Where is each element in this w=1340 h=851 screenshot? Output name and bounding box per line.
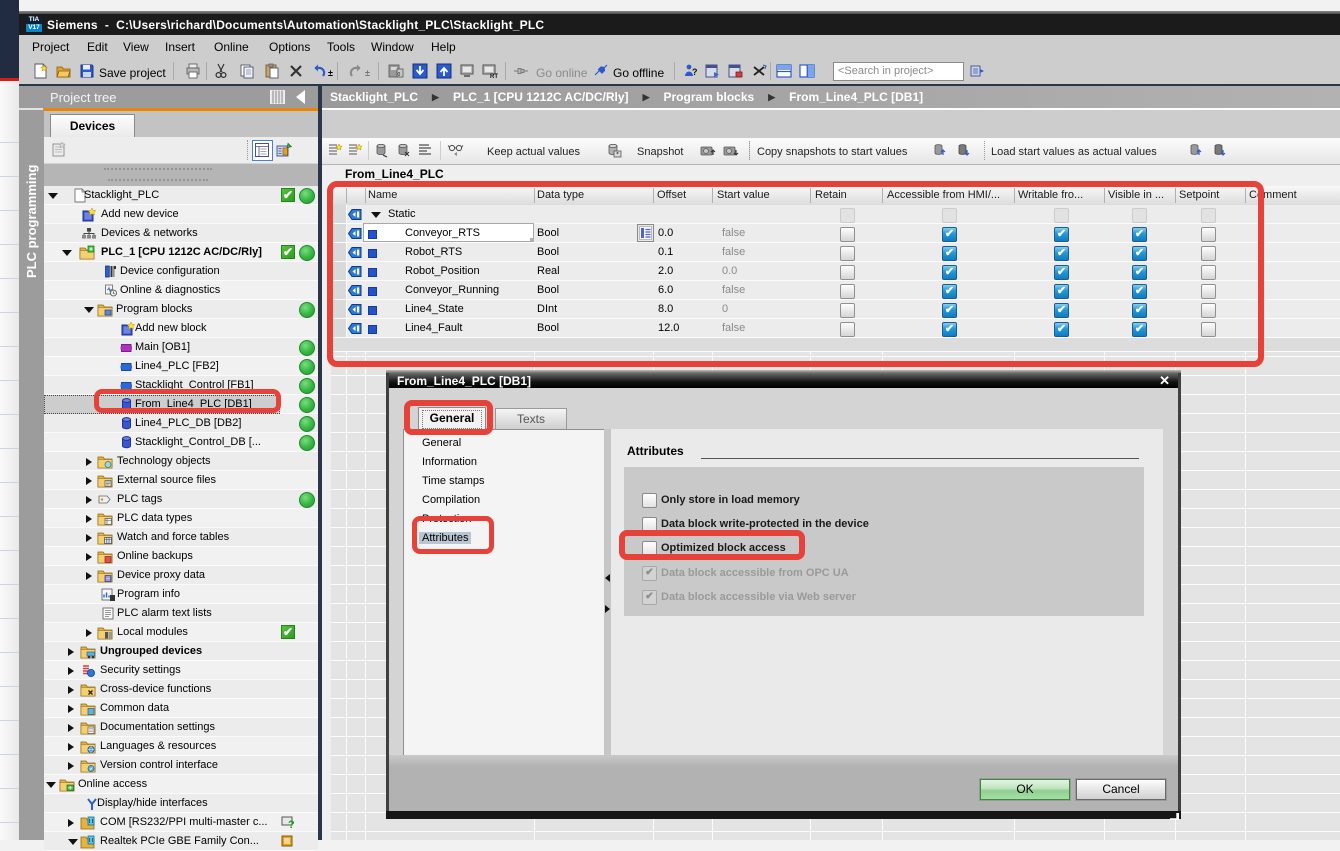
svg-text:?: ?: [692, 67, 698, 77]
svg-text:0: 0: [398, 72, 401, 78]
svg-text:RT: RT: [490, 74, 498, 79]
svg-text:?: ?: [288, 819, 295, 830]
